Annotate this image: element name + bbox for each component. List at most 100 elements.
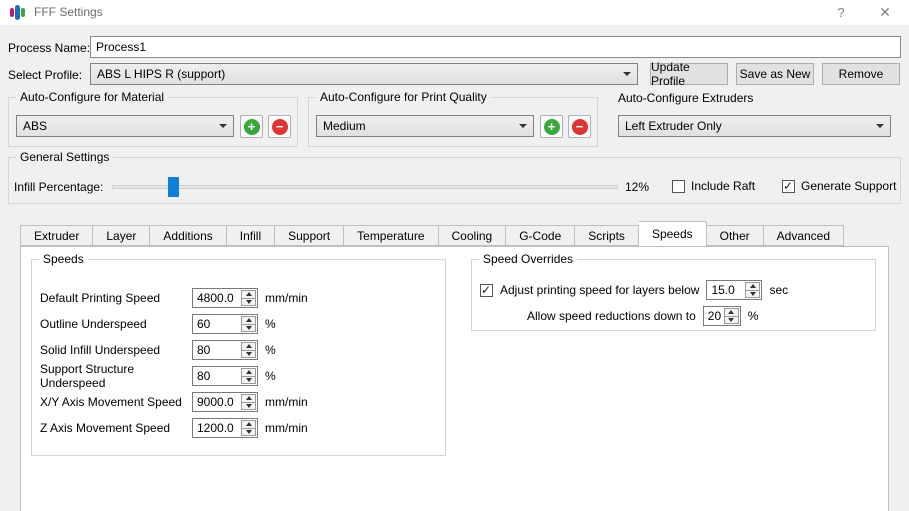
spin-up-icon[interactable] xyxy=(242,291,255,299)
tab-temperature[interactable]: Temperature xyxy=(344,225,438,246)
adjust-speed-spinbox[interactable]: 15.0 xyxy=(706,280,762,300)
spin-up-icon[interactable] xyxy=(242,317,255,325)
adjust-speed-value[interactable]: 15.0 xyxy=(707,281,744,299)
generate-support-label: Generate Support xyxy=(801,179,896,193)
solid-infill-underspeed-spinbox[interactable]: 80 xyxy=(192,340,258,360)
tab-cooling[interactable]: Cooling xyxy=(439,225,507,246)
outline-underspeed-unit: % xyxy=(265,317,276,331)
speeds-group: Speeds Default Printing Speed 4800.0 mm/… xyxy=(31,259,446,456)
default-printing-speed-unit: mm/min xyxy=(265,291,308,305)
default-printing-speed-value[interactable]: 4800.0 xyxy=(193,289,240,307)
help-icon[interactable]: ? xyxy=(826,0,856,25)
tab-other[interactable]: Other xyxy=(707,225,764,246)
spin-up-icon[interactable] xyxy=(242,395,255,403)
spin-down-icon[interactable] xyxy=(242,325,255,332)
spin-down-icon[interactable] xyxy=(242,351,255,358)
speed-overrides-group: Speed Overrides Adjust printing speed fo… xyxy=(471,259,876,331)
tab-support[interactable]: Support xyxy=(275,225,344,246)
generate-support-option[interactable]: Generate Support xyxy=(782,179,896,193)
tab-infill[interactable]: Infill xyxy=(227,225,275,246)
add-material-button[interactable]: + xyxy=(240,115,263,138)
update-profile-button[interactable]: Update Profile xyxy=(650,63,728,85)
window-title: FFF Settings xyxy=(34,5,103,19)
support-structure-underspeed-value[interactable]: 80 xyxy=(193,367,240,385)
z-axis-movement-speed-unit: mm/min xyxy=(265,421,308,435)
include-raft-label: Include Raft xyxy=(691,179,755,193)
infill-slider-handle[interactable] xyxy=(168,177,179,197)
xy-axis-movement-speed-value[interactable]: 9000.0 xyxy=(193,393,240,411)
outline-underspeed-value[interactable]: 60 xyxy=(193,315,240,333)
tab-gcode[interactable]: G-Code xyxy=(506,225,575,246)
xy-axis-movement-speed-unit: mm/min xyxy=(265,395,308,409)
spin-up-icon[interactable] xyxy=(242,343,255,351)
spin-down-icon[interactable] xyxy=(242,299,255,306)
outline-underspeed-spinbox[interactable]: 60 xyxy=(192,314,258,334)
default-printing-speed-spinbox[interactable]: 4800.0 xyxy=(192,288,258,308)
xy-axis-movement-speed-spinbox[interactable]: 9000.0 xyxy=(192,392,258,412)
z-axis-movement-speed-row: Z Axis Movement Speed 1200.0 mm/min xyxy=(32,418,445,438)
minus-icon: − xyxy=(572,119,588,135)
spin-down-icon[interactable] xyxy=(725,317,738,324)
allow-reductions-value[interactable]: 20 xyxy=(704,307,723,325)
support-structure-underspeed-spinbox[interactable]: 80 xyxy=(192,366,258,386)
material-select[interactable]: ABS xyxy=(16,115,234,137)
app-logo-icon xyxy=(9,4,26,21)
tab-extruder[interactable]: Extruder xyxy=(20,225,93,246)
speeds-tab-pane: Speeds Default Printing Speed 4800.0 mm/… xyxy=(20,246,889,511)
remove-quality-button[interactable]: − xyxy=(568,115,591,138)
default-printing-speed-label: Default Printing Speed xyxy=(40,291,192,305)
add-quality-button[interactable]: + xyxy=(540,115,563,138)
generate-support-checkbox[interactable] xyxy=(782,180,795,193)
chevron-down-icon xyxy=(219,124,227,128)
close-icon[interactable]: ✕ xyxy=(870,0,900,25)
include-raft-option[interactable]: Include Raft xyxy=(672,179,755,193)
solid-infill-underspeed-unit: % xyxy=(265,343,276,357)
include-raft-checkbox[interactable] xyxy=(672,180,685,193)
speeds-rows: Default Printing Speed 4800.0 mm/min Out… xyxy=(32,288,445,438)
tab-layer[interactable]: Layer xyxy=(93,225,150,246)
remove-material-button[interactable]: − xyxy=(268,115,291,138)
quality-select[interactable]: Medium xyxy=(316,115,534,137)
xy-axis-movement-speed-row: X/Y Axis Movement Speed 9000.0 mm/min xyxy=(32,392,445,412)
allow-reductions-spinbox[interactable]: 20 xyxy=(703,306,741,326)
tab-speeds[interactable]: Speeds xyxy=(639,221,707,246)
allow-reductions-label: Allow speed reductions down to xyxy=(527,309,696,323)
general-settings-title: General Settings xyxy=(16,150,113,164)
process-name-label: Process Name: xyxy=(8,41,90,55)
z-axis-movement-speed-value[interactable]: 1200.0 xyxy=(193,419,240,437)
spin-down-icon[interactable] xyxy=(242,377,255,384)
save-as-new-button[interactable]: Save as New xyxy=(736,63,814,85)
infill-percentage-label: Infill Percentage: xyxy=(14,180,103,194)
spin-down-icon[interactable] xyxy=(242,403,255,410)
auto-configure-extruders-title: Auto-Configure Extruders xyxy=(618,91,753,105)
spin-up-icon[interactable] xyxy=(725,309,738,317)
select-profile-label: Select Profile: xyxy=(8,68,82,82)
speeds-group-title: Speeds xyxy=(39,252,88,266)
extruders-select[interactable]: Left Extruder Only xyxy=(618,115,891,137)
z-axis-movement-speed-spinbox[interactable]: 1200.0 xyxy=(192,418,258,438)
tab-additions[interactable]: Additions xyxy=(150,225,226,246)
spin-up-icon[interactable] xyxy=(746,283,759,291)
chevron-down-icon xyxy=(519,124,527,128)
spin-down-icon[interactable] xyxy=(242,429,255,436)
support-structure-underspeed-unit: % xyxy=(265,369,276,383)
outline-underspeed-row: Outline Underspeed 60 % xyxy=(32,314,445,334)
process-name-input[interactable] xyxy=(90,36,901,58)
spin-up-icon[interactable] xyxy=(242,421,255,429)
fff-settings-dialog: FFF Settings ? ✕ Process Name: Select Pr… xyxy=(0,0,909,511)
infill-slider-track xyxy=(112,185,618,189)
default-printing-speed-row: Default Printing Speed 4800.0 mm/min xyxy=(32,288,445,308)
allow-reductions-row: Allow speed reductions down to 20 % xyxy=(527,306,758,326)
tab-scripts[interactable]: Scripts xyxy=(575,225,639,246)
spin-down-icon[interactable] xyxy=(746,291,759,298)
adjust-speed-checkbox[interactable] xyxy=(480,284,493,297)
infill-slider[interactable] xyxy=(112,177,618,197)
tab-advanced[interactable]: Advanced xyxy=(764,225,844,246)
spin-up-icon[interactable] xyxy=(242,369,255,377)
profile-select[interactable]: ABS L HIPS R (support) xyxy=(90,63,638,85)
support-structure-underspeed-row: Support Structure Underspeed 80 % xyxy=(32,366,445,386)
remove-button[interactable]: Remove xyxy=(822,63,900,85)
solid-infill-underspeed-value[interactable]: 80 xyxy=(193,341,240,359)
adjust-speed-unit: sec xyxy=(769,283,788,297)
extruders-selected-value: Left Extruder Only xyxy=(625,119,870,133)
